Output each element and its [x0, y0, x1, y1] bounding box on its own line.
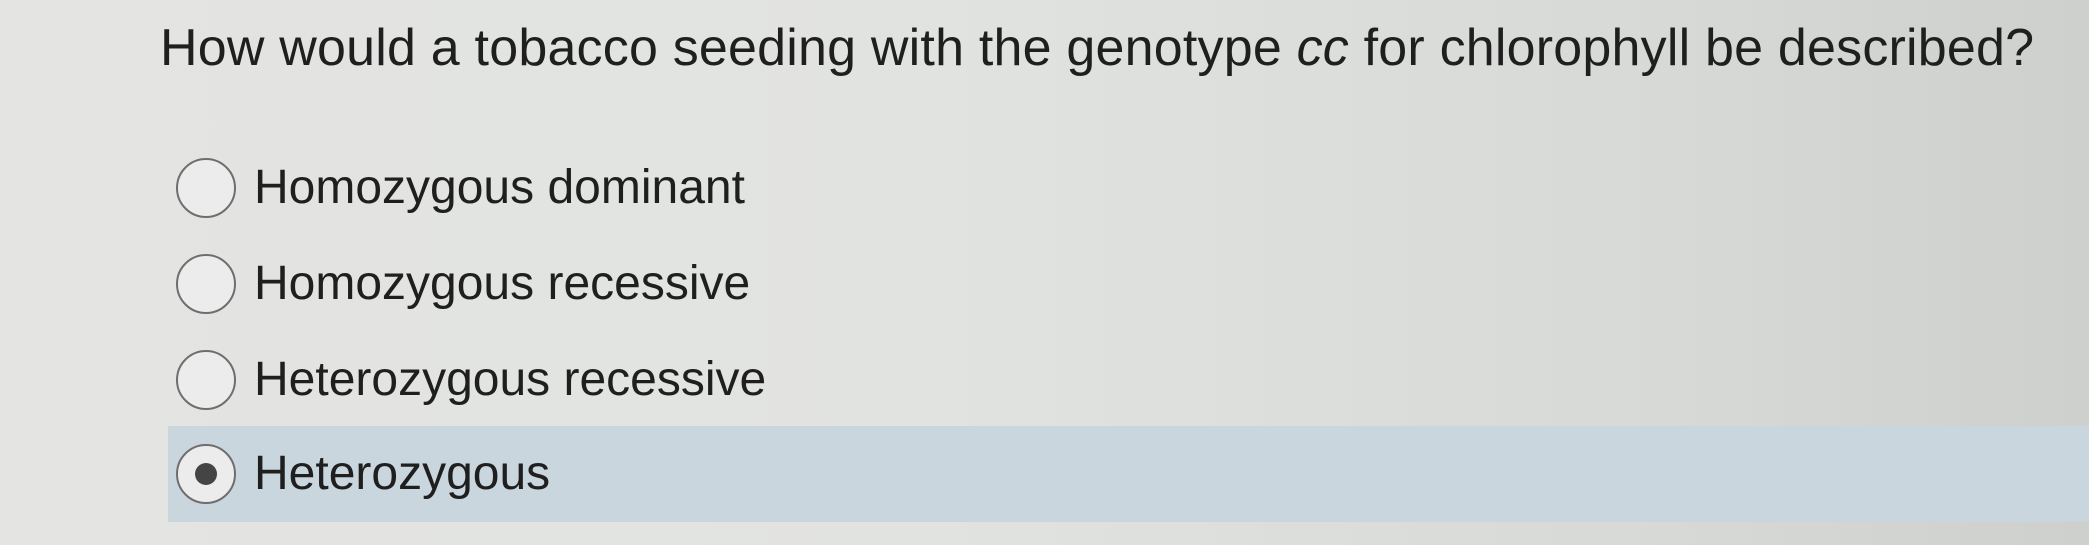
radio-dot-icon	[195, 463, 217, 485]
answer-option-homozygous-recessive[interactable]: Homozygous recessive	[168, 236, 2089, 332]
radio-button[interactable]	[176, 254, 236, 314]
question-text-part: How would a tobacco seeding with the gen…	[160, 19, 1297, 77]
genotype-emphasis: cc	[1296, 19, 1350, 77]
radio-button[interactable]	[176, 350, 236, 410]
radio-button[interactable]	[176, 158, 236, 218]
answer-option-label: Homozygous dominant	[254, 161, 745, 214]
answer-option-heterozygous-recessive[interactable]: Heterozygous recessive	[168, 332, 2089, 428]
question-text-part: for chlorophyll be described?	[1349, 19, 2035, 77]
answer-option-homozygous-dominant[interactable]: Homozygous dominant	[168, 140, 2089, 236]
radio-button[interactable]	[176, 444, 236, 504]
answer-option-label: Homozygous recessive	[254, 257, 751, 310]
answer-option-label: Heterozygous	[254, 447, 551, 500]
answer-option-heterozygous[interactable]: Heterozygous	[168, 426, 2089, 522]
answer-option-label: Heterozygous recessive	[254, 353, 767, 406]
question-text: How would a tobacco seeding with the gen…	[160, 12, 2034, 84]
